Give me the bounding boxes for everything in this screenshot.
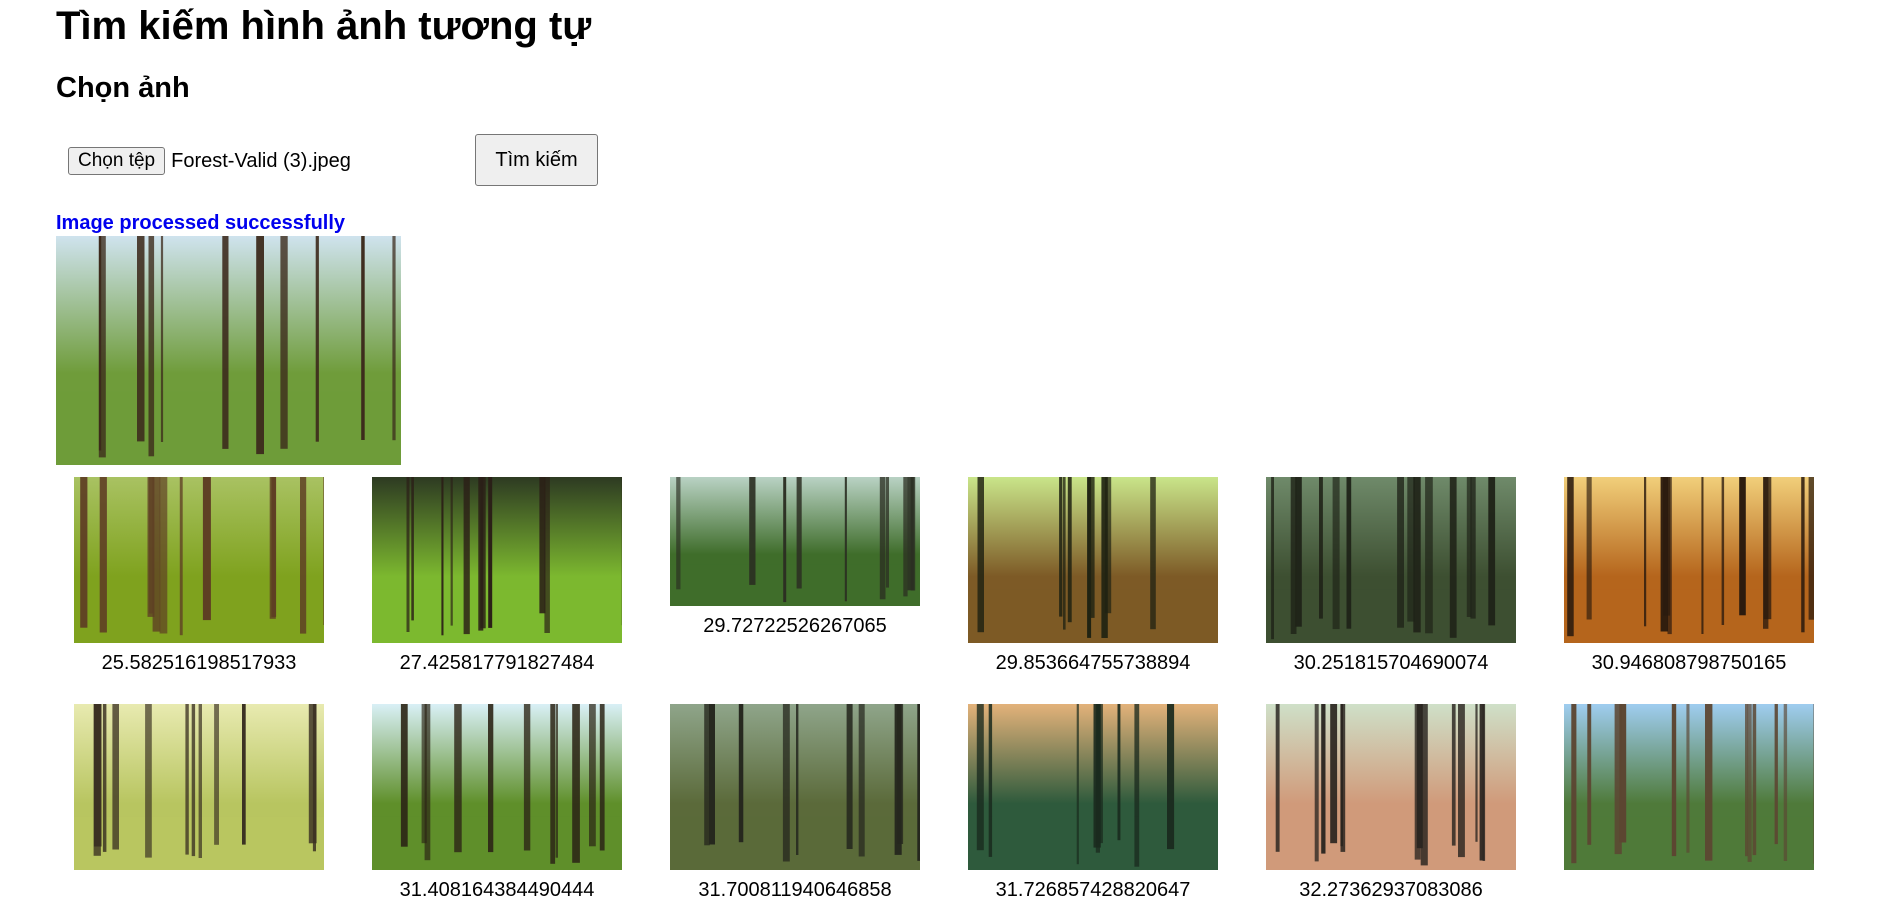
similarity-score: 31.726857428820647	[995, 879, 1191, 901]
similarity-score: 29.853664755738894	[995, 652, 1191, 674]
result-image	[1266, 477, 1516, 643]
result-image	[670, 704, 920, 870]
status-message: Image processed successfully	[56, 212, 346, 234]
choose-file-button[interactable]: Chọn tệp	[68, 147, 166, 175]
similarity-score: 27.425817791827484	[399, 652, 595, 674]
result-image	[670, 477, 920, 606]
result-image	[372, 704, 622, 870]
query-image	[56, 236, 401, 465]
similarity-score: 31.408164384490444	[399, 879, 595, 901]
similarity-score: 30.946808798750165	[1591, 652, 1787, 674]
similarity-score: 32.27362937083086	[1299, 879, 1483, 901]
similarity-score: 30.251815704690074	[1293, 652, 1489, 674]
section-title: Chọn ảnh	[56, 72, 190, 104]
result-image	[1266, 704, 1516, 870]
search-button[interactable]: Tìm kiếm	[475, 134, 598, 186]
result-image	[968, 704, 1218, 870]
similarity-score: 31.700811940646858	[698, 879, 892, 901]
result-image	[1564, 477, 1814, 643]
similarity-score: 29.72722526267065	[703, 615, 887, 637]
similarity-score: 25.582516198517933	[101, 652, 297, 674]
result-image	[74, 477, 324, 643]
result-image	[74, 704, 324, 870]
result-image	[1564, 704, 1814, 870]
result-image	[372, 477, 622, 643]
page-title: Tìm kiếm hình ảnh tương tự	[56, 4, 592, 48]
selected-file-name: Forest-Valid (3).jpeg	[171, 149, 351, 172]
result-image	[968, 477, 1218, 643]
file-input[interactable]: Chọn tệp Forest-Valid (3).jpeg	[68, 147, 351, 175]
